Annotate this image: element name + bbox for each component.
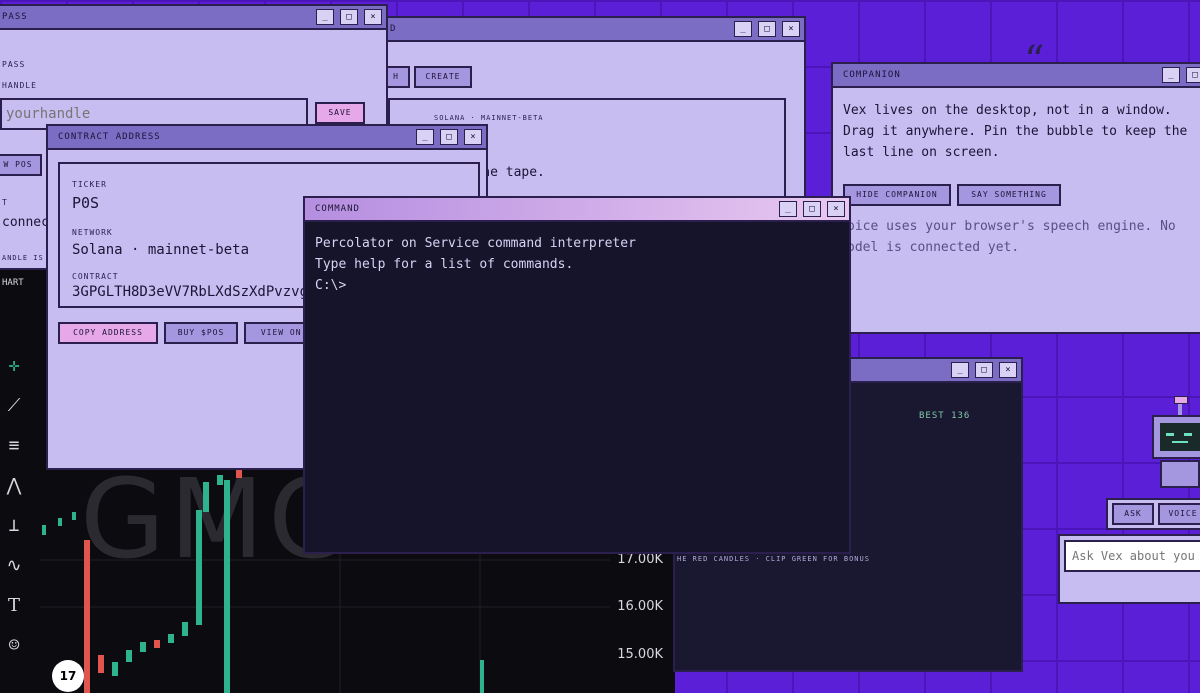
maximize-icon[interactable]: □ xyxy=(803,201,821,217)
candle xyxy=(224,480,230,693)
network-label: Network xyxy=(72,228,113,237)
brush-icon[interactable]: ∿ xyxy=(0,552,28,580)
price-label: 16.00K xyxy=(617,599,663,614)
candle xyxy=(480,660,484,693)
chart-drawing-toolbar: ✛ ⟋ ≡ ⋀ ⊥ ∿ T ☺ xyxy=(0,300,40,693)
maximize-icon[interactable]: □ xyxy=(440,129,458,145)
candle xyxy=(154,640,160,648)
candle xyxy=(217,475,223,485)
crosshair-icon[interactable]: ✛ xyxy=(0,352,28,380)
window-title: D xyxy=(390,24,397,34)
close-icon[interactable]: × xyxy=(999,362,1017,378)
window-title: Companion xyxy=(843,70,901,80)
maximize-icon[interactable]: □ xyxy=(1186,67,1200,83)
voice-button[interactable]: Voice xyxy=(1158,503,1200,525)
minimize-icon[interactable]: _ xyxy=(316,9,334,25)
status-label: T xyxy=(2,198,8,207)
companion-desc-line: Drag it anywhere. Pin the bubble to keep… xyxy=(843,124,1188,139)
status-text: connec xyxy=(2,215,49,230)
ticker-label: Ticker xyxy=(72,180,107,189)
candle xyxy=(84,540,90,693)
trend-line-icon[interactable]: ⟋ xyxy=(0,392,28,420)
voice-note-line: oice uses your browser's speech engine. … xyxy=(847,219,1176,234)
window-title: Pass xyxy=(2,12,28,22)
network-line: Solana · mainnet-beta xyxy=(434,114,544,122)
window-titlebar[interactable]: Contract Address _ □ × xyxy=(48,126,486,150)
minimize-icon[interactable]: _ xyxy=(1162,67,1180,83)
candle xyxy=(58,518,62,526)
minimize-icon[interactable]: _ xyxy=(416,129,434,145)
ask-vex-input[interactable] xyxy=(1064,540,1200,572)
minimize-icon[interactable]: _ xyxy=(734,21,752,37)
close-icon[interactable]: × xyxy=(464,129,482,145)
pattern-icon[interactable]: ⋀ xyxy=(0,472,28,500)
voice-note-line: odel is connected yet. xyxy=(847,240,1020,255)
terminal-body[interactable]: Percolator on Service command interprete… xyxy=(305,222,849,552)
measure-icon[interactable]: ⊥ xyxy=(0,512,28,540)
candle xyxy=(72,512,76,520)
handle-label: Handle xyxy=(2,81,37,90)
candle xyxy=(126,650,132,662)
candle xyxy=(182,622,188,636)
terminal-prompt[interactable]: C:\> xyxy=(315,278,346,293)
copy-address-button[interactable]: Copy Address xyxy=(58,322,158,344)
maximize-icon[interactable]: □ xyxy=(340,9,358,25)
ticker-value: P0S xyxy=(72,194,100,212)
candle xyxy=(140,642,146,652)
window-titlebar[interactable]: Command _ □ × xyxy=(305,198,849,222)
candle xyxy=(98,655,104,673)
minimize-icon[interactable]: _ xyxy=(951,362,969,378)
candle xyxy=(168,634,174,643)
close-icon[interactable]: × xyxy=(364,9,382,25)
companion-window: Companion _ □ Vex lives on the desktop, … xyxy=(831,62,1200,334)
price-label: 15.00K xyxy=(617,647,663,662)
robot-body xyxy=(1160,460,1200,488)
game-hint: HE RED CANDLES · CLIP GREEN FOR BONUS xyxy=(677,555,870,563)
robot-face xyxy=(1160,423,1200,451)
emoji-icon[interactable]: ☺ xyxy=(0,632,28,660)
contract-value[interactable]: 3GPGLTH8D3eVV7RbLXdSzXdPvzvgJ xyxy=(72,284,316,300)
close-icon[interactable]: × xyxy=(827,201,845,217)
window-titlebar[interactable]: Pass _ □ × xyxy=(0,6,386,30)
terminal-line: Type help for a list of commands. xyxy=(315,257,574,272)
terminal-line: Percolator on Service command interprete… xyxy=(315,236,636,251)
contract-label: Contract xyxy=(72,272,119,281)
create-button[interactable]: Create xyxy=(414,66,472,88)
say-something-button[interactable]: Say Something xyxy=(957,184,1061,206)
maximize-icon[interactable]: □ xyxy=(758,21,776,37)
candle xyxy=(203,482,209,512)
robot-antenna-tip xyxy=(1174,396,1188,404)
vex-robot-icon[interactable] xyxy=(1152,415,1200,459)
candle xyxy=(196,510,202,625)
maximize-icon[interactable]: □ xyxy=(975,362,993,378)
window-title: Contract Address xyxy=(58,132,161,142)
tradingview-logo[interactable]: 17 xyxy=(52,660,84,692)
horizontal-lines-icon[interactable]: ≡ xyxy=(0,432,28,460)
buy-pos-button[interactable]: Buy $POS xyxy=(164,322,238,344)
text-tool-icon[interactable]: T xyxy=(0,592,28,620)
price-label: 17.00K xyxy=(617,552,663,567)
pass-label: Pass xyxy=(2,60,26,69)
ask-button[interactable]: Ask xyxy=(1112,503,1154,525)
window-title: Command xyxy=(315,204,360,214)
vex-chat-panel: Ask Voice xyxy=(1106,498,1200,530)
companion-desc-line: Vex lives on the desktop, not in a windo… xyxy=(843,103,1172,118)
view-pos-button[interactable]: w POS xyxy=(0,154,42,176)
companion-desc-line: last line on screen. xyxy=(843,145,1000,160)
save-button[interactable]: Save xyxy=(315,102,365,124)
network-value: Solana · mainnet-beta xyxy=(72,242,250,258)
window-titlebar[interactable]: Companion _ □ xyxy=(833,64,1200,88)
command-window: Command _ □ × Percolator on Service comm… xyxy=(303,196,851,554)
candle xyxy=(112,662,118,676)
best-score: BEST 136 xyxy=(919,411,971,421)
hide-companion-button[interactable]: Hide Companion xyxy=(843,184,951,206)
close-icon[interactable]: × xyxy=(782,21,800,37)
minimize-icon[interactable]: _ xyxy=(779,201,797,217)
vex-input-panel xyxy=(1058,534,1200,604)
candle xyxy=(42,525,46,535)
